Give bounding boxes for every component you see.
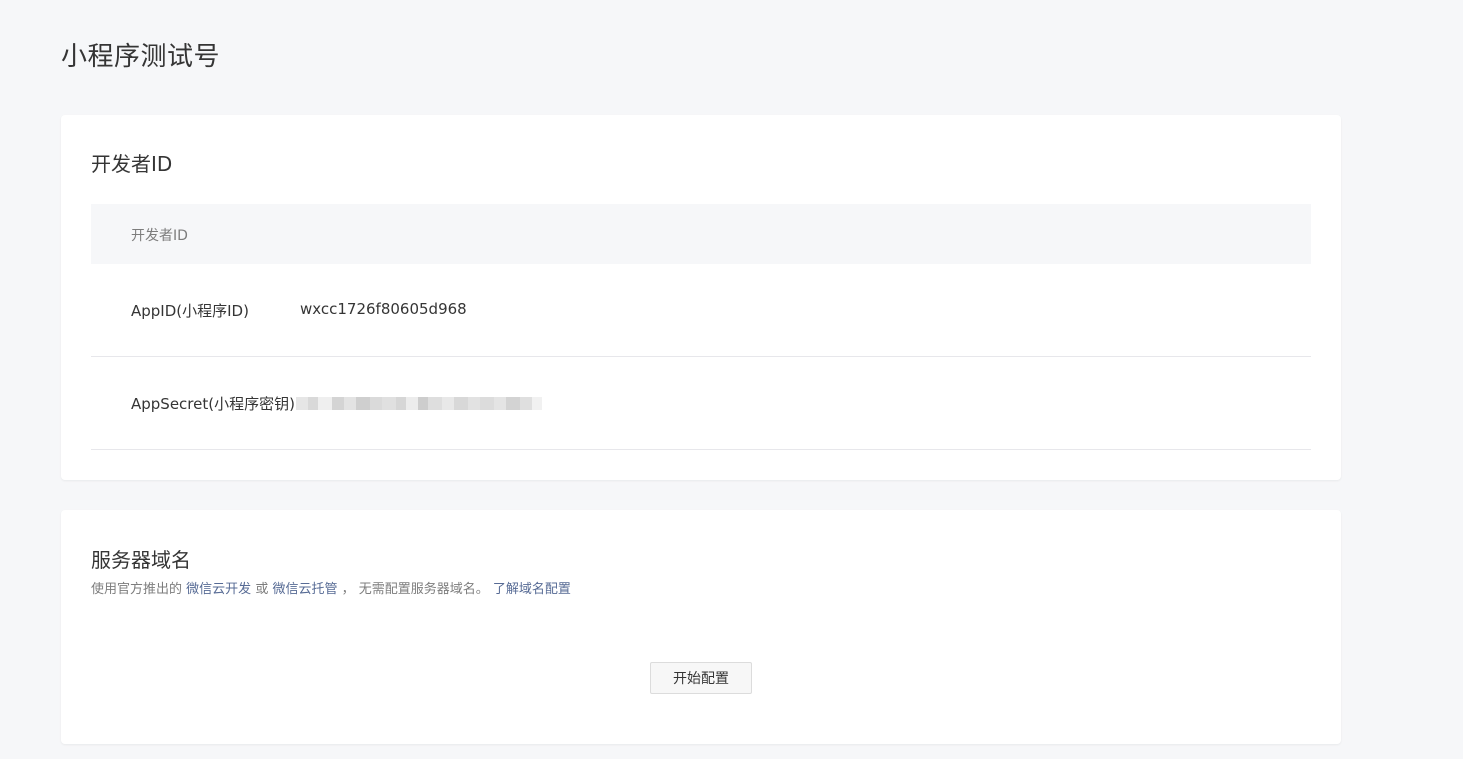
desc-prefix: 使用官方推出的: [91, 582, 183, 597]
cloud-host-link[interactable]: 微信云托管: [272, 582, 337, 597]
developer-id-card: 开发者ID 开发者ID AppID(小程序ID) wxcc1726f80605d…: [61, 115, 1341, 480]
desc-or: 或: [255, 582, 269, 597]
appid-row: AppID(小程序ID) wxcc1726f80605d968: [91, 264, 1311, 357]
desc-suffix: ， 无需配置服务器域名。: [341, 582, 489, 597]
server-domain-title: 服务器域名: [91, 548, 191, 572]
page-title: 小程序测试号: [61, 42, 221, 72]
developer-id-title: 开发者ID: [91, 152, 173, 176]
cloud-dev-link[interactable]: 微信云开发: [186, 582, 251, 597]
developer-id-table-header: 开发者ID: [91, 204, 1311, 264]
appsecret-masked-value: [296, 397, 561, 410]
learn-domain-config-link[interactable]: 了解域名配置: [493, 582, 571, 597]
start-config-button[interactable]: 开始配置: [650, 662, 752, 694]
table-header-label: 开发者ID: [131, 228, 188, 244]
appid-label: AppID(小程序ID): [131, 302, 249, 320]
appsecret-label: AppSecret(小程序密钥): [131, 395, 295, 413]
appsecret-row: AppSecret(小程序密钥): [91, 357, 1311, 450]
server-domain-card: 服务器域名 使用官方推出的 微信云开发 或 微信云托管 ， 无需配置服务器域名。…: [61, 510, 1341, 744]
server-domain-description: 使用官方推出的 微信云开发 或 微信云托管 ， 无需配置服务器域名。 了解域名配…: [91, 578, 571, 597]
appid-value[interactable]: wxcc1726f80605d968: [300, 300, 467, 318]
